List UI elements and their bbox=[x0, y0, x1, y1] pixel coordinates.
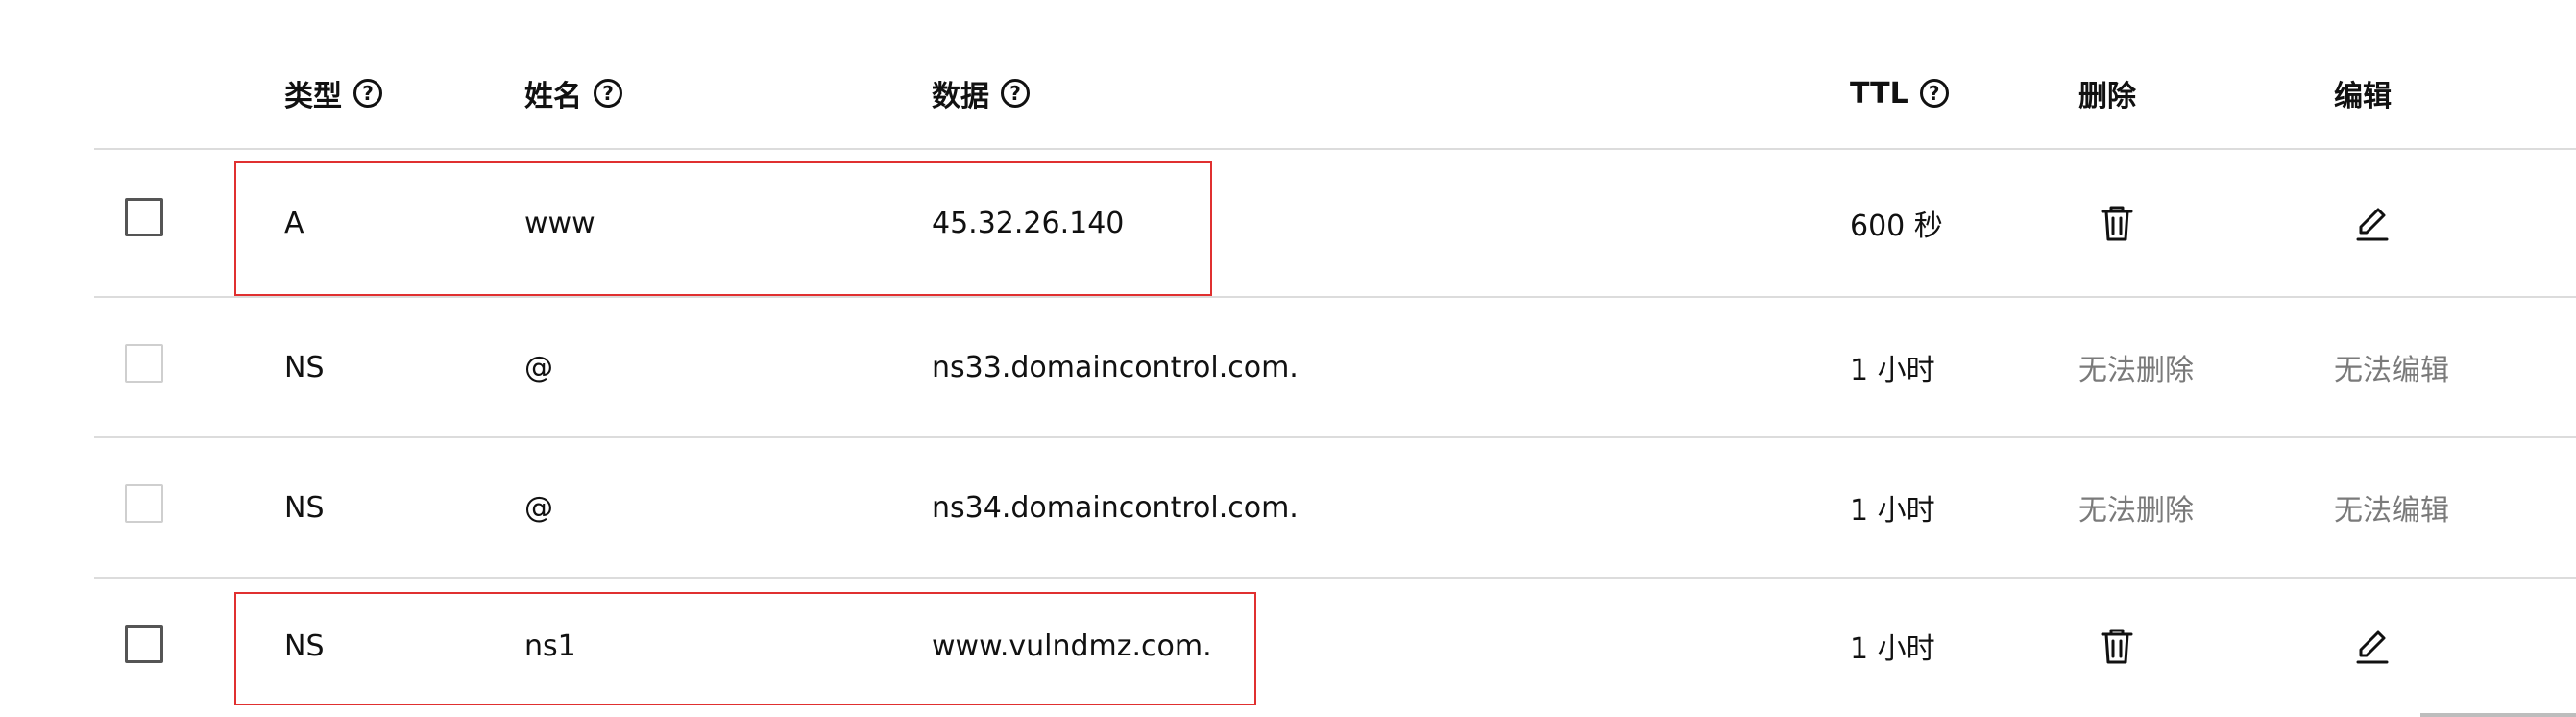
cannot-delete-label: 无法删除 bbox=[2078, 494, 2194, 528]
row-checkbox bbox=[125, 344, 163, 383]
delete-button[interactable] bbox=[2094, 623, 2140, 669]
record-name: ns1 bbox=[524, 629, 576, 663]
header-delete: 删除 bbox=[2078, 71, 2136, 115]
pencil-icon bbox=[2356, 630, 2389, 664]
pencil-icon bbox=[2356, 208, 2389, 241]
edit-button[interactable] bbox=[2349, 623, 2395, 669]
record-data: ns34.domaincontrol.com. bbox=[932, 490, 1299, 525]
record-ttl: 1 小时 bbox=[1850, 632, 1935, 666]
scrollbar-edge bbox=[2420, 713, 2576, 717]
record-name: www bbox=[524, 206, 595, 240]
record-data: www.vulndmz.com. bbox=[932, 629, 1212, 663]
record-data: ns33.domaincontrol.com. bbox=[932, 350, 1299, 384]
record-data: 45.32.26.140 bbox=[932, 206, 1125, 240]
table-header: 类型 ? 姓名 ? 数据 ? TTL ? 删除 编辑 bbox=[94, 46, 2576, 150]
delete-button[interactable] bbox=[2094, 200, 2140, 246]
header-data: 数据 ? bbox=[932, 71, 1030, 115]
record-name: @ bbox=[524, 490, 553, 525]
table-row: NS ns1 www.vulndmz.com. 1 小时 bbox=[94, 579, 2576, 713]
table-row: A www 45.32.26.140 600 秒 bbox=[94, 150, 2576, 298]
table-row: NS @ ns34.domaincontrol.com. 1 小时 无法删除 无… bbox=[94, 438, 2576, 579]
record-type: NS bbox=[284, 490, 325, 525]
record-ttl: 1 小时 bbox=[1850, 494, 1935, 528]
help-icon[interactable]: ? bbox=[1919, 79, 1949, 108]
help-icon[interactable]: ? bbox=[594, 79, 622, 108]
record-type: NS bbox=[284, 629, 325, 663]
record-type: NS bbox=[284, 350, 325, 384]
header-name: 姓名 ? bbox=[524, 71, 622, 115]
record-ttl: 600 秒 bbox=[1850, 210, 1943, 243]
header-ttl-label: TTL bbox=[1850, 76, 1908, 111]
row-checkbox[interactable] bbox=[125, 625, 163, 663]
header-delete-label: 删除 bbox=[2078, 80, 2136, 113]
row-checkbox[interactable] bbox=[125, 198, 163, 236]
header-name-label: 姓名 bbox=[524, 80, 582, 113]
record-name: @ bbox=[524, 350, 553, 384]
table-row: NS @ ns33.domaincontrol.com. 1 小时 无法删除 无… bbox=[94, 298, 2576, 438]
cannot-edit-label: 无法编辑 bbox=[2334, 354, 2449, 387]
record-ttl: 1 小时 bbox=[1850, 354, 1935, 387]
cannot-edit-label: 无法编辑 bbox=[2334, 494, 2449, 528]
trash-icon bbox=[2101, 206, 2133, 241]
cannot-delete-label: 无法删除 bbox=[2078, 354, 2194, 387]
trash-icon bbox=[2101, 629, 2133, 664]
record-type: A bbox=[284, 206, 304, 240]
header-edit: 编辑 bbox=[2334, 71, 2392, 115]
header-type: 类型 ? bbox=[284, 71, 382, 115]
header-edit-label: 编辑 bbox=[2334, 80, 2392, 113]
help-icon[interactable]: ? bbox=[353, 79, 382, 108]
edit-button[interactable] bbox=[2349, 200, 2395, 246]
header-data-label: 数据 bbox=[932, 80, 989, 113]
header-type-label: 类型 bbox=[284, 80, 342, 113]
dns-records-table: 类型 ? 姓名 ? 数据 ? TTL ? 删除 编辑 A www 45.32.2… bbox=[0, 0, 2576, 717]
help-icon[interactable]: ? bbox=[1001, 79, 1030, 108]
header-ttl: TTL ? bbox=[1850, 71, 1949, 115]
row-checkbox bbox=[125, 484, 163, 523]
